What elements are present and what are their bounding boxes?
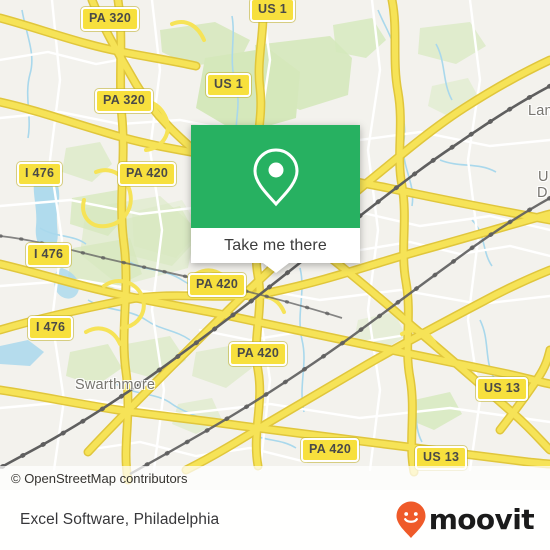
shield-i-476-lower[interactable]: I 476 xyxy=(28,316,74,340)
bottom-bar: Excel Software, Philadelphia moovit xyxy=(0,490,550,550)
shield-pa-420-lower[interactable]: PA 420 xyxy=(229,342,288,366)
attribution-text[interactable]: © OpenStreetMap contributors xyxy=(0,471,188,486)
popup-tail xyxy=(262,263,289,273)
map-pin-icon xyxy=(252,147,299,206)
place-title: Excel Software, Philadelphia xyxy=(20,511,220,528)
map-attribution-bar: © OpenStreetMap contributors xyxy=(0,466,550,490)
shield-us-1-mid[interactable]: US 1 xyxy=(206,73,251,97)
moovit-pin-icon xyxy=(396,501,426,538)
shield-pa-420-mid[interactable]: PA 420 xyxy=(188,273,247,297)
shield-i-476-upper[interactable]: I 476 xyxy=(17,162,63,186)
shield-us-1-top[interactable]: US 1 xyxy=(250,0,295,22)
take-me-there-label: Take me there xyxy=(224,236,327,254)
moovit-wordmark: moovit xyxy=(428,503,535,536)
map-screen: Swarthmore Lan U D PA 320 US 1 PA 320 US… xyxy=(0,0,550,550)
moovit-logo[interactable]: moovit xyxy=(396,501,535,539)
shield-pa-420-upper[interactable]: PA 420 xyxy=(118,162,177,186)
shield-i-476-mid[interactable]: I 476 xyxy=(26,243,72,267)
shield-pa-320-left[interactable]: PA 320 xyxy=(95,89,154,113)
popup-footer[interactable]: Take me there xyxy=(191,228,360,263)
shield-pa-320-top[interactable]: PA 320 xyxy=(81,7,140,31)
shield-us-13-upper[interactable]: US 13 xyxy=(476,377,529,401)
shield-pa-420-bottom[interactable]: PA 420 xyxy=(301,438,360,462)
map-popup-card[interactable]: Take me there xyxy=(191,125,360,273)
popup-header xyxy=(191,125,360,228)
